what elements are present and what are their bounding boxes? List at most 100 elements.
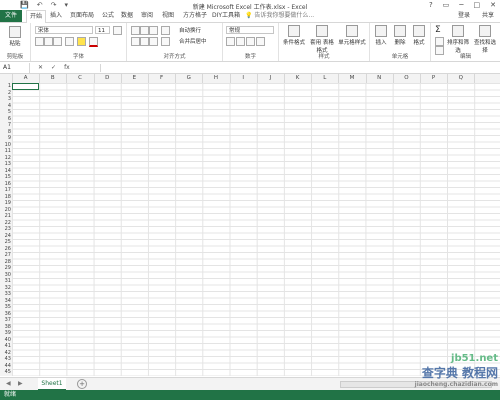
tab-file[interactable]: 文件 — [0, 10, 22, 22]
conditional-format-label: 条件格式 — [282, 40, 305, 46]
insert-label: 插入 — [375, 40, 387, 46]
column-header[interactable]: B — [39, 74, 68, 83]
align-right-icon[interactable] — [149, 37, 158, 46]
conditional-format-icon — [288, 25, 300, 37]
grow-font-icon[interactable] — [113, 26, 122, 35]
bold-icon[interactable] — [35, 37, 44, 46]
merge-center-button[interactable]: 合并后居中 — [179, 37, 207, 45]
maximize-button[interactable]: □ — [474, 1, 481, 9]
italic-icon[interactable] — [44, 37, 53, 46]
increase-decimal-icon[interactable] — [256, 37, 265, 46]
help-button[interactable]: ? — [429, 1, 433, 9]
wrap-text-button[interactable]: 自动换行 — [179, 26, 201, 34]
column-header[interactable]: L — [311, 74, 340, 83]
column-header[interactable]: C — [66, 74, 95, 83]
sign-in-link[interactable]: 登录 — [458, 10, 470, 22]
orientation-icon[interactable] — [161, 26, 170, 35]
cancel-icon[interactable]: ✕ — [38, 63, 43, 73]
cell-area[interactable] — [12, 83, 500, 376]
column-header[interactable]: N — [366, 74, 394, 83]
paste-button[interactable]: 粘贴 — [4, 26, 26, 47]
fill-color-icon[interactable] — [77, 37, 86, 46]
column-header[interactable]: J — [257, 74, 285, 83]
tab-home[interactable]: 开始 — [26, 10, 47, 23]
column-header[interactable]: K — [284, 74, 313, 83]
table-icon — [316, 25, 328, 37]
name-box[interactable]: A1 — [0, 63, 30, 73]
fx-button[interactable]: fx — [64, 63, 70, 73]
share-button[interactable]: 共享 — [482, 10, 494, 22]
ribbon-display-button[interactable]: ▭ — [443, 1, 450, 9]
conditional-format-button[interactable]: 条件格式 — [281, 25, 307, 46]
editing-group-label: 编辑 — [459, 54, 471, 60]
formula-input[interactable] — [100, 64, 490, 72]
column-header[interactable]: O — [393, 74, 421, 83]
column-header[interactable]: E — [121, 74, 149, 83]
next-sheet-icon[interactable]: ▶ — [18, 380, 23, 387]
format-icon — [413, 25, 425, 37]
column-header[interactable]: H — [202, 74, 231, 83]
tab-ffgz[interactable]: 方方格子 — [183, 10, 207, 22]
align-bottom-icon[interactable] — [149, 26, 158, 35]
tab-insert[interactable]: 插入 — [50, 10, 62, 22]
insert-icon — [375, 25, 387, 37]
autosum-button[interactable]: Σ — [435, 25, 441, 35]
column-header[interactable]: G — [175, 74, 204, 83]
delete-icon — [394, 25, 406, 37]
delete-label: 删除 — [394, 40, 406, 46]
prev-sheet-icon[interactable]: ◀ — [6, 380, 11, 387]
comma-icon[interactable] — [246, 37, 255, 46]
tab-page-layout[interactable]: 页面布局 — [70, 10, 94, 22]
border-icon[interactable] — [65, 37, 74, 46]
sort-filter-button[interactable]: 排序和筛选 — [445, 25, 471, 54]
tab-view[interactable]: 视图 — [162, 10, 174, 22]
column-header[interactable]: Q — [447, 74, 476, 83]
font-size-select[interactable]: 11 — [95, 26, 110, 34]
font-name-select[interactable]: 宋体 — [35, 26, 93, 34]
cells-group-label: 单元格 — [391, 54, 409, 60]
title-bar: 💾 ↶ ↷ ▾ 新建 Microsoft Excel 工作表.xlsx - Ex… — [0, 0, 500, 11]
font-color-icon[interactable] — [89, 37, 98, 47]
alignment-group: 自动换行 合并后居中 对齐方式 — [127, 23, 223, 61]
confirm-icon[interactable]: ✓ — [51, 63, 56, 73]
cell-styles-icon — [346, 25, 358, 37]
tab-diy[interactable]: DIY工具箱 — [212, 10, 240, 22]
active-cell-a1[interactable] — [12, 83, 39, 90]
tab-review[interactable]: 审阅 — [141, 10, 153, 22]
number-format-select[interactable]: 常规 — [226, 26, 274, 34]
minimize-button[interactable]: ─ — [459, 1, 463, 9]
cell-styles-button[interactable]: 单元格样式 — [337, 25, 367, 46]
format-as-table-button[interactable]: 套用 表格格式 — [309, 25, 335, 54]
font-group: 宋体 11 字体 — [31, 23, 127, 61]
align-center-icon[interactable] — [140, 37, 149, 46]
column-header[interactable]: F — [148, 74, 177, 83]
tab-data[interactable]: 数据 — [121, 10, 133, 22]
column-header[interactable]: P — [420, 74, 449, 83]
formula-bar: A1 ✕ ✓ fx — [0, 63, 500, 74]
percent-icon[interactable] — [236, 37, 245, 46]
column-header[interactable]: I — [230, 74, 258, 83]
insert-cells-button[interactable]: 插入 — [372, 25, 390, 46]
indent-icon[interactable] — [161, 37, 170, 46]
number-group-label: 数字 — [244, 54, 256, 60]
format-cells-button[interactable]: 格式 — [410, 25, 428, 46]
currency-icon[interactable] — [226, 37, 235, 46]
column-header[interactable]: M — [338, 74, 367, 83]
align-middle-icon[interactable] — [140, 26, 149, 35]
row-header[interactable]: 45 — [0, 369, 12, 376]
column-header[interactable]: D — [94, 74, 122, 83]
column-header[interactable]: A — [12, 74, 41, 83]
watermark-line3: jiaocheng.chazidian.com — [414, 381, 498, 388]
add-sheet-button[interactable]: + — [77, 379, 87, 389]
cell-styles-label: 单元格样式 — [338, 40, 366, 46]
status-bar: 就绪 — [0, 390, 500, 400]
find-select-button[interactable]: 查找和选择 — [472, 25, 498, 54]
align-top-icon[interactable] — [131, 26, 140, 35]
align-left-icon[interactable] — [131, 37, 140, 46]
tell-me-box[interactable]: 💡 告诉我你想要做什么... — [245, 10, 314, 22]
underline-icon[interactable] — [53, 37, 62, 46]
tab-formulas[interactable]: 公式 — [102, 10, 114, 22]
close-button[interactable]: ✕ — [490, 1, 496, 9]
fill-icon[interactable] — [435, 37, 444, 46]
delete-cells-button[interactable]: 删除 — [391, 25, 409, 46]
